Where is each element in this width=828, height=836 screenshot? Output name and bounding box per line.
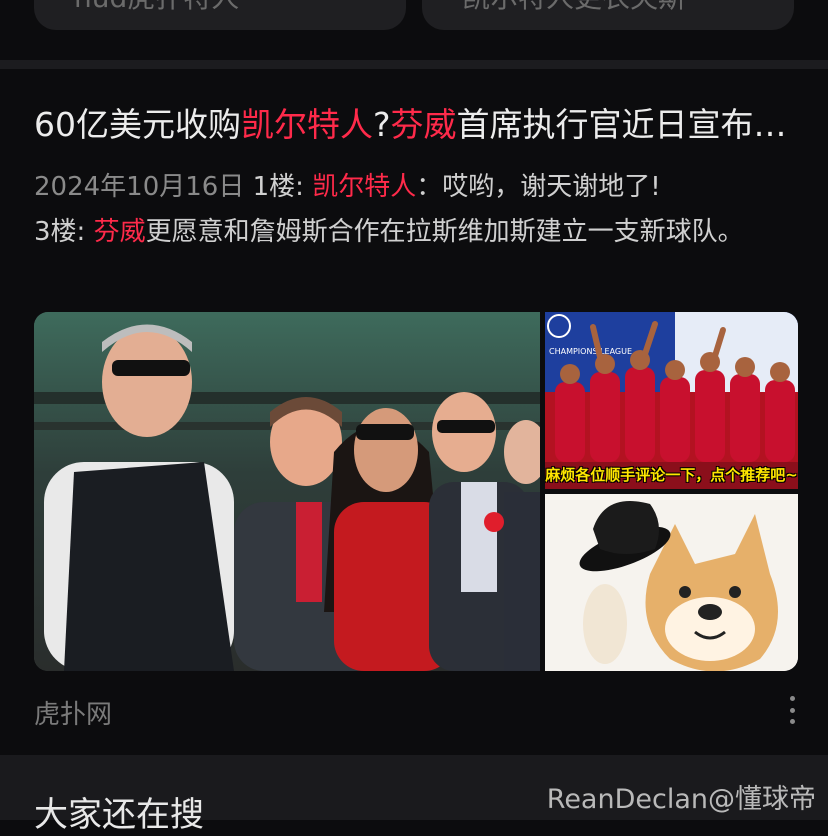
watermark: ReanDeclan@懂球帝 [546,784,816,815]
news-title[interactable]: 60亿美元收购凯尔特人?芬威首席执行官近日宣布…… [34,103,794,147]
news-source: 虎扑网 [34,700,113,730]
floor3-highlight: 芬威 [93,217,146,247]
news-image-main[interactable] [34,312,540,671]
top-card-right[interactable]: 凯尔特人更衣失斯 [422,0,794,30]
news-date: 2024年10月16日 [34,172,245,202]
more-options-icon[interactable] [780,696,804,724]
floor1-text: ：哎哟，谢天谢地了! [416,172,661,202]
title-highlight-celtics: 凯尔特人 [241,105,373,144]
related-searches-section: 大家还在搜 ReanDeclan@懂球帝 [0,755,828,835]
floor3-label: 3楼: [34,217,86,247]
top-card-right-label: 凯尔特人更衣失斯 [462,0,686,16]
ucl-logo-text: CHAMPIONS LEAGUE [549,347,632,356]
floor1-highlight: 凯尔特人 [312,172,417,202]
section-divider [0,60,828,69]
related-searches-heading: 大家还在搜 [34,795,204,835]
top-card-left[interactable]: hud虎扑特人 [34,0,406,30]
ucl-caption: 麻烦各位顺手评论一下，点个推荐吧~ [545,466,798,484]
floor3-text: 更愿意和詹姆斯合作在拉斯维加斯建立一支新球队。 [145,217,744,247]
title-highlight-fenway: 芬威 [390,105,457,144]
news-snippet: 2024年10月16日 1楼: 凯尔特人：哎哟，谢天谢地了! 3楼: 芬威更愿意… [34,165,764,255]
news-image-doge[interactable] [545,494,798,671]
floor1-label: 1楼: [252,172,304,202]
news-card[interactable]: 60亿美元收购凯尔特人?芬威首席执行官近日宣布…… 2024年10月16日 1楼… [0,69,828,755]
title-part: ? [373,105,391,144]
title-part: 60亿美元收购 [34,105,241,144]
top-suggestion-cards: hud虎扑特人 凯尔特人更衣失斯 [0,0,828,60]
title-part: 首席执行官近日宣布…… [456,105,794,144]
news-image-ucl[interactable]: CHAMPIONS LEAGUE 麻烦各位顺手评论一下，点个推荐吧~ [545,312,798,489]
top-card-left-label: hud虎扑特人 [74,0,239,16]
